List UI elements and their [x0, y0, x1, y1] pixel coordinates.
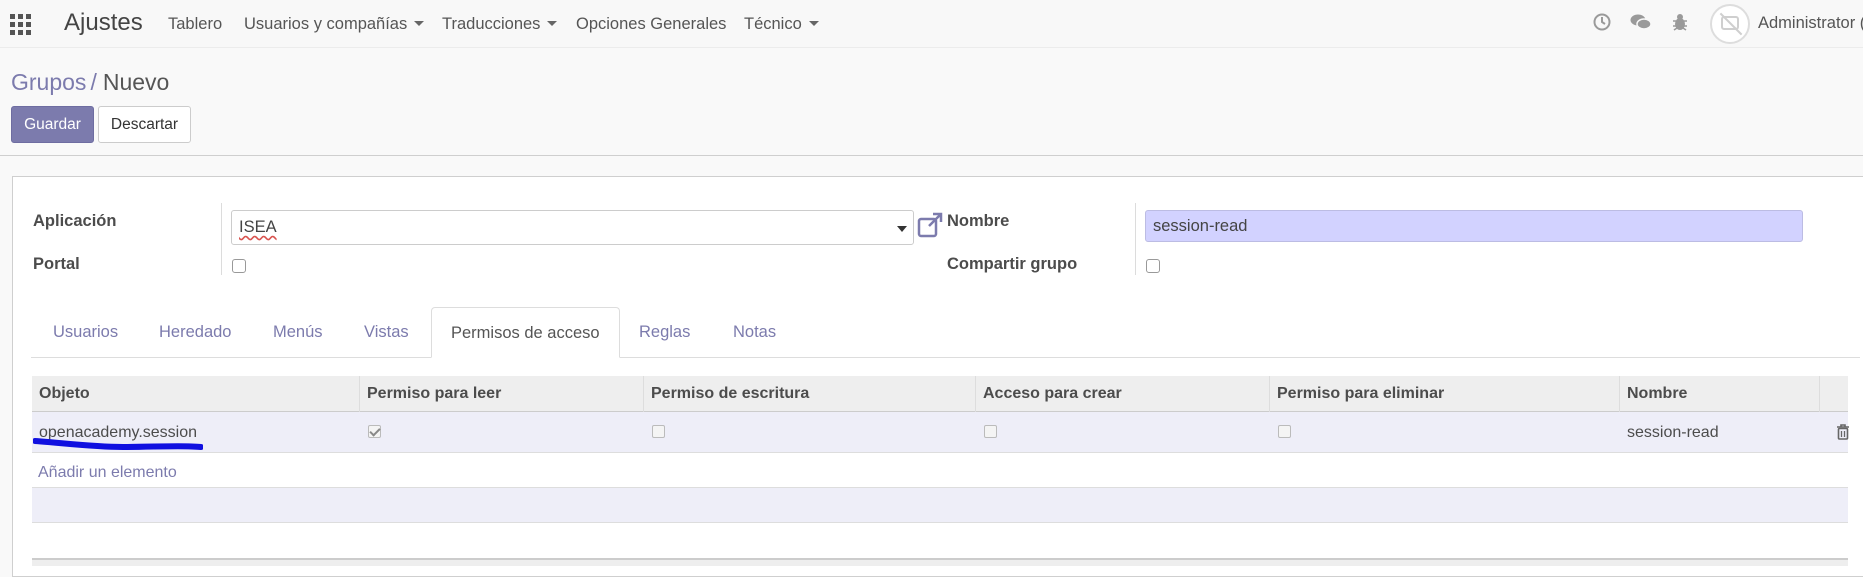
column-header-permiso-eliminar[interactable]: Permiso para eliminar — [1270, 376, 1620, 412]
caret-down-icon — [897, 226, 907, 232]
menu-tecnico[interactable]: Técnico — [744, 15, 819, 34]
portal-checkbox[interactable] — [232, 259, 246, 273]
name-value: session-read — [1153, 217, 1248, 235]
column-header-objeto[interactable]: Objeto — [32, 376, 360, 412]
share-group-checkbox[interactable] — [1146, 259, 1160, 273]
column-header-permiso-escritura[interactable]: Permiso de escritura — [644, 376, 976, 412]
add-line-link[interactable]: Añadir un elemento — [38, 455, 177, 491]
breadcrumb-separator: / — [90, 69, 97, 95]
caret-down-icon — [414, 21, 425, 26]
create-permission-checkbox[interactable] — [984, 425, 997, 438]
column-header-acceso-crear[interactable]: Acceso para crear — [976, 376, 1270, 412]
table-header: Objeto Permiso para leer Permiso de escr… — [32, 376, 1848, 412]
name-field[interactable]: session-read — [1145, 210, 1803, 242]
form-sheet: Aplicación ISEA Nombre session-read Port… — [12, 176, 1863, 577]
control-panel: Grupos / Nuevo Guardar Descartar — [0, 48, 1863, 156]
caret-down-icon — [808, 21, 819, 26]
save-button[interactable]: Guardar — [11, 106, 94, 143]
empty-row — [32, 487, 1848, 523]
chat-icon[interactable] — [1630, 13, 1652, 35]
application-select[interactable]: ISEA — [231, 210, 914, 245]
apps-grid-icon[interactable] — [10, 14, 32, 35]
table-footer — [32, 558, 1848, 566]
trash-icon[interactable] — [1836, 424, 1850, 440]
column-header-permiso-leer[interactable]: Permiso para leer — [360, 376, 644, 412]
portal-label: Portal — [33, 255, 80, 273]
application-label: Aplicación — [33, 212, 117, 230]
menu-opciones-generales[interactable]: Opciones Generales — [576, 15, 726, 34]
breadcrumb: Grupos / Nuevo — [11, 69, 169, 96]
delete-permission-checkbox[interactable] — [1278, 425, 1291, 438]
menu-traducciones[interactable]: Traducciones — [442, 15, 558, 34]
avatar[interactable] — [1710, 4, 1750, 44]
application-value: ISEA — [239, 218, 277, 236]
breadcrumb-grupos[interactable]: Grupos — [11, 69, 86, 95]
caret-down-icon — [547, 21, 558, 26]
share-group-label: Compartir grupo — [947, 255, 1078, 273]
tab-vistas[interactable]: Vistas — [364, 307, 409, 358]
write-permission-checkbox[interactable] — [652, 425, 665, 438]
tab-permisos-de-acceso[interactable]: Permisos de acceso — [431, 307, 620, 358]
read-permission-checkbox[interactable] — [368, 425, 381, 438]
menu-usuarios-companias[interactable]: Usuarios y compañías — [244, 15, 425, 34]
tab-notas[interactable]: Notas — [733, 307, 776, 358]
tab-heredado[interactable]: Heredado — [159, 307, 231, 358]
table-row[interactable]: openacademy.session session-read — [32, 412, 1850, 453]
user-menu[interactable]: Administrator ( — [1758, 14, 1863, 33]
bug-icon[interactable] — [1669, 13, 1691, 35]
name-label: Nombre — [947, 212, 1010, 230]
external-link-icon[interactable] — [916, 211, 946, 241]
column-header-nombre[interactable]: Nombre — [1620, 376, 1820, 412]
breadcrumb-current: Nuevo — [102, 69, 170, 95]
discard-button[interactable]: Descartar — [98, 106, 191, 143]
tab-usuarios[interactable]: Usuarios — [53, 307, 118, 358]
tab-menus[interactable]: Menús — [273, 307, 323, 358]
cell-name[interactable]: session-read — [1620, 412, 1719, 453]
app-title: Ajustes — [64, 9, 143, 36]
tab-reglas[interactable]: Reglas — [639, 307, 690, 358]
menu-tablero[interactable]: Tablero — [168, 15, 222, 34]
clock-icon[interactable] — [1591, 13, 1613, 35]
top-navbar: Ajustes Tablero Usuarios y compañías Tra… — [0, 0, 1863, 48]
cell-object[interactable]: openacademy.session — [32, 412, 197, 453]
